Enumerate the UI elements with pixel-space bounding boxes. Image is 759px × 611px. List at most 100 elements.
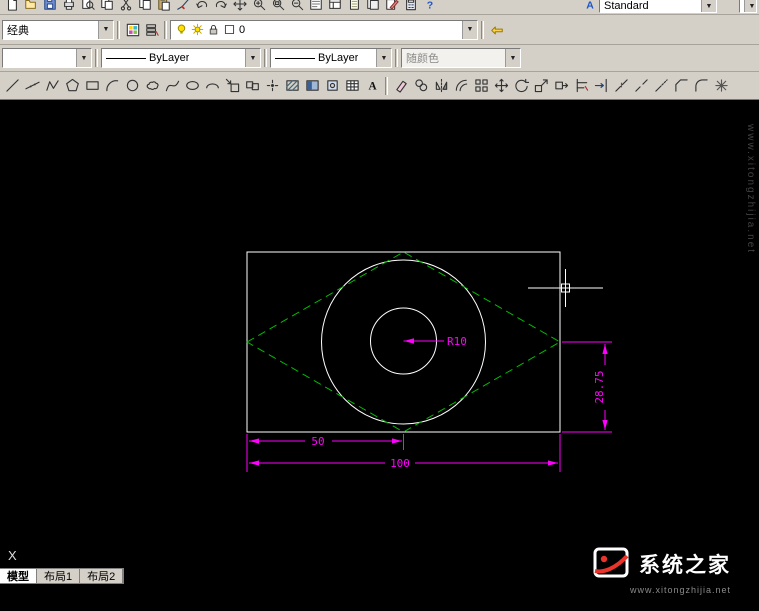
draw-gradient-button[interactable] xyxy=(302,74,322,98)
new-button[interactable] xyxy=(2,0,21,13)
publish-button[interactable] xyxy=(97,0,116,13)
zoom-previous-button[interactable] xyxy=(287,0,306,13)
plotstyle-combo-arrow[interactable]: ▼ xyxy=(505,49,520,67)
help-button[interactable]: ? xyxy=(420,0,439,13)
draw-polygon-button[interactable] xyxy=(62,74,82,98)
draw-construction-line-button[interactable] xyxy=(22,74,42,98)
lineweight-combo-arrow[interactable]: ▼ xyxy=(376,49,391,67)
layer-combo-arrow[interactable]: ▼ xyxy=(462,21,477,39)
designcenter-button[interactable] xyxy=(325,0,344,13)
dashed-diamond-entity[interactable] xyxy=(247,252,560,432)
modify-rotate-button[interactable] xyxy=(511,74,531,98)
redo-icon xyxy=(214,0,228,11)
dim-style-combo-arrow[interactable]: ▼ xyxy=(744,0,757,12)
modify-break-button[interactable] xyxy=(631,74,651,98)
plot-button[interactable] xyxy=(59,0,78,13)
workspace-combo-arrow[interactable]: ▼ xyxy=(98,21,113,39)
properties-button[interactable] xyxy=(306,0,325,13)
copy-clip-icon xyxy=(138,0,152,11)
modify-extend-button[interactable] xyxy=(591,74,611,98)
dim-style-combo[interactable]: ▼ xyxy=(739,0,757,13)
site-url: www.xitongzhijia.net xyxy=(630,585,731,595)
draw-polyline-button[interactable] xyxy=(42,74,62,98)
lineweight-combo[interactable]: ByLayer ▼ xyxy=(270,48,392,68)
drawing-svg[interactable]: R10 50 100 28.75 xyxy=(0,100,759,611)
radius-dimension-r10[interactable]: R10 xyxy=(404,335,467,348)
text-style-combo-arrow[interactable]: ▼ xyxy=(701,0,716,12)
linear-dimension-28-75[interactable]: 28.75 xyxy=(562,342,612,432)
layer-combo[interactable]: 0 ▼ xyxy=(170,20,478,40)
layer-lock-icon[interactable] xyxy=(207,23,220,36)
draw-hatch-button[interactable] xyxy=(282,74,302,98)
layer-color-swatch[interactable] xyxy=(223,23,236,36)
linear-dimension-50[interactable]: 50 xyxy=(247,434,404,472)
draw-ellipse-arc-button[interactable] xyxy=(202,74,222,98)
draw-circle-button[interactable] xyxy=(122,74,142,98)
color-combo-arrow[interactable]: ▼ xyxy=(76,49,91,67)
modify-array-button[interactable] xyxy=(471,74,491,98)
paste-button[interactable] xyxy=(154,0,173,13)
tab-layout2[interactable]: 布局2 xyxy=(80,569,123,583)
modify-erase-button[interactable] xyxy=(391,74,411,98)
quickcalc-button[interactable] xyxy=(401,0,420,13)
undo-button[interactable] xyxy=(192,0,211,13)
pan-button[interactable] xyxy=(230,0,249,13)
tab-layout1[interactable]: 布局1 xyxy=(37,569,80,583)
modify-offset-button[interactable] xyxy=(451,74,471,98)
plot-preview-button[interactable] xyxy=(78,0,97,13)
outer-rectangle-entity[interactable] xyxy=(247,252,560,432)
linetype-combo-arrow[interactable]: ▼ xyxy=(245,49,260,67)
modify-fillet-button[interactable] xyxy=(691,74,711,98)
modify-trim-button[interactable] xyxy=(571,74,591,98)
markup-button[interactable] xyxy=(382,0,401,13)
text-style-manager-button[interactable]: A xyxy=(580,0,599,13)
modify-scale-button[interactable] xyxy=(531,74,551,98)
workspace-combo[interactable]: 经典 ▼ xyxy=(2,20,114,40)
layer-properties-manager-button[interactable] xyxy=(123,20,142,40)
modify-mirror-button[interactable] xyxy=(431,74,451,98)
layout-tabbar: 模型 布局1 布局2 xyxy=(0,568,124,584)
layer-states-icon xyxy=(145,23,159,37)
modify-move-button[interactable] xyxy=(491,74,511,98)
layer-freeze-sun-icon[interactable] xyxy=(191,23,204,36)
model-space-canvas[interactable]: R10 50 100 28.75 X 模型 xyxy=(0,100,759,611)
layer-states-manager-button[interactable] xyxy=(142,20,161,40)
redo-button[interactable] xyxy=(211,0,230,13)
text-style-combo[interactable]: Standard ▼ xyxy=(599,0,717,13)
draw-ellipse-button[interactable] xyxy=(182,74,202,98)
draw-table-button[interactable] xyxy=(342,74,362,98)
draw-region-button[interactable] xyxy=(322,74,342,98)
modify-stretch-button[interactable] xyxy=(551,74,571,98)
linetype-combo[interactable]: ByLayer ▼ xyxy=(101,48,261,68)
tab-model[interactable]: 模型 xyxy=(0,569,37,583)
draw-mtext-button[interactable]: A xyxy=(362,74,382,98)
sheetset-button[interactable] xyxy=(363,0,382,13)
draw-arc-button[interactable] xyxy=(102,74,122,98)
draw-rectangle-button[interactable] xyxy=(82,74,102,98)
tool-palettes-button[interactable] xyxy=(344,0,363,13)
draw-revcloud-button[interactable] xyxy=(142,74,162,98)
cut-button[interactable] xyxy=(116,0,135,13)
draw-line-button[interactable] xyxy=(2,74,22,98)
modify-join-button[interactable] xyxy=(651,74,671,98)
linear-dimension-100[interactable]: 100 xyxy=(249,434,560,472)
save-button[interactable] xyxy=(40,0,59,13)
match-properties-button[interactable] xyxy=(173,0,192,13)
modify-chamfer-button[interactable] xyxy=(671,74,691,98)
plotstyle-combo[interactable]: 随颜色 ▼ xyxy=(401,48,521,68)
copy-clip-button[interactable] xyxy=(135,0,154,13)
modify-break-at-point-button[interactable] xyxy=(611,74,631,98)
draw-spline-button[interactable] xyxy=(162,74,182,98)
zoom-realtime-button[interactable] xyxy=(249,0,268,13)
zoom-window-button[interactable] xyxy=(268,0,287,13)
modify-explode-button[interactable] xyxy=(711,74,731,98)
open-button[interactable] xyxy=(21,0,40,13)
draw-point-button[interactable] xyxy=(262,74,282,98)
modify-copy-button[interactable] xyxy=(411,74,431,98)
layer-on-bulb-icon[interactable] xyxy=(175,23,188,36)
break-at-point-icon xyxy=(614,78,629,93)
draw-make-block-button[interactable] xyxy=(242,74,262,98)
color-combo[interactable]: ▼ xyxy=(2,48,92,68)
layer-previous-button[interactable] xyxy=(487,20,506,40)
draw-insert-block-button[interactable] xyxy=(222,74,242,98)
